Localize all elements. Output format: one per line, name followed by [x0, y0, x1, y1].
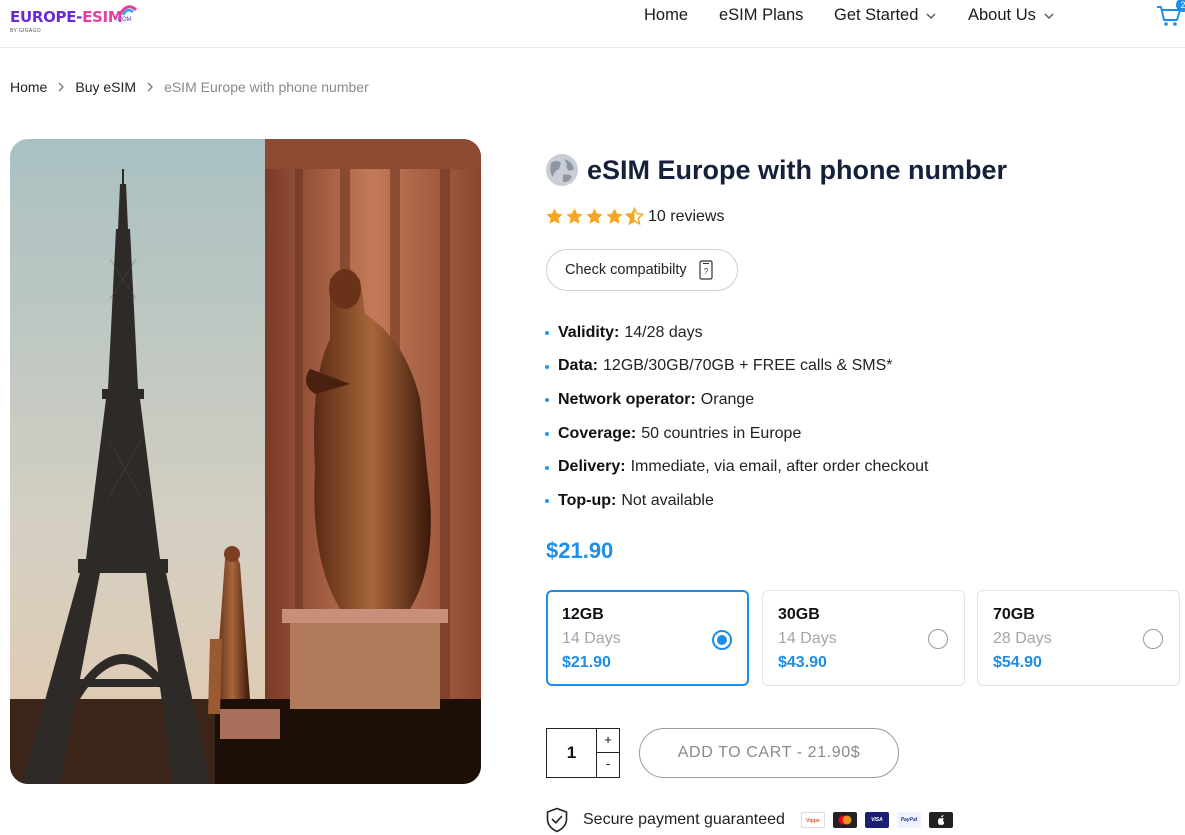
add-to-cart-button[interactable]: ADD TO CART - 21.90$: [639, 728, 899, 778]
reviews-count[interactable]: 10 reviews: [648, 208, 724, 226]
secure-payment-text: Secure payment guaranteed: [583, 811, 785, 828]
nav-get-started[interactable]: Get Started: [834, 6, 937, 25]
check-compatibility-label: Check compatibilty: [565, 262, 687, 278]
product-price: $21.90: [546, 538, 614, 563]
plan-radio[interactable]: [712, 630, 732, 650]
product-title: eSIM Europe with phone number: [545, 153, 1007, 187]
star-icon: [586, 208, 603, 224]
bullet-icon: [545, 465, 549, 470]
visa-logo: VISA: [864, 812, 889, 828]
chevron-right-icon: [147, 82, 153, 92]
breadcrumb-buy-esim[interactable]: Buy eSIM: [75, 79, 136, 95]
plan-option-12gb[interactable]: 12GB 14 Days $21.90: [546, 590, 749, 686]
chevron-right-icon: [58, 82, 65, 92]
secure-payment-row: Secure payment guaranteed Vipps VISA Pay…: [545, 807, 961, 833]
breadcrumb-home[interactable]: Home: [10, 79, 47, 95]
globe-icon: [546, 154, 578, 186]
plan-duration: 28 Days: [993, 630, 1052, 647]
cart-count-badge: 2: [1176, 0, 1185, 12]
chevron-down-icon: [926, 13, 936, 19]
quantity-input[interactable]: 1: [547, 729, 597, 777]
plan-option-70gb[interactable]: 70GB 28 Days $54.90: [977, 590, 1180, 686]
bullet-icon: [545, 331, 549, 336]
breadcrumb-current: eSIM Europe with phone number: [164, 79, 369, 95]
star-icon: [546, 208, 563, 224]
payment-logos: Vipps VISA PayPal: [800, 812, 961, 828]
bullet-icon: [545, 398, 549, 403]
logo-suffix: .COM: [116, 17, 132, 23]
nav-about-us[interactable]: About Us: [968, 6, 1055, 25]
quantity-increase-button[interactable]: +: [597, 729, 619, 753]
vipps-logo: Vipps: [800, 812, 825, 828]
chevron-down-icon: [1044, 13, 1054, 19]
plan-price: $21.90: [562, 654, 611, 671]
svg-text:?: ?: [703, 267, 708, 276]
spec-item-validity: Validity: 14/28 days: [545, 316, 929, 350]
site-logo[interactable]: EUROPE-ESIM .COM BY GIGAGO: [10, 2, 140, 36]
phone-question-icon: ?: [699, 260, 713, 280]
spec-item-data: Data: 12GB/30GB/70GB + FREE calls & SMS*: [545, 350, 929, 384]
star-half-icon: [625, 207, 644, 226]
product-rating[interactable]: 10 reviews: [545, 207, 724, 226]
nav-esim-plans[interactable]: eSIM Plans: [719, 6, 803, 25]
apple-pay-logo: [928, 812, 953, 828]
product-image: [10, 139, 481, 784]
plan-duration: 14 Days: [778, 630, 837, 647]
plan-data-amount: 30GB: [778, 606, 820, 623]
mastercard-logo: [832, 812, 857, 828]
plan-price: $54.90: [993, 654, 1042, 671]
nav-home[interactable]: Home: [644, 6, 688, 25]
plan-radio[interactable]: [1143, 629, 1163, 649]
quantity-decrease-button[interactable]: -: [597, 753, 619, 777]
paypal-logo: PayPal: [896, 812, 921, 828]
check-compatibility-button[interactable]: Check compatibilty ?: [546, 249, 738, 291]
star-icon: [566, 208, 583, 224]
star-icon: [606, 208, 623, 224]
plan-option-30gb[interactable]: 30GB 14 Days $43.90: [762, 590, 965, 686]
plan-data-amount: 12GB: [562, 606, 604, 623]
quantity-stepper: 1 + -: [546, 728, 620, 778]
bullet-icon: [545, 499, 549, 504]
product-specs-list: Validity: 14/28 days Data: 12GB/30GB/70GB …: [545, 316, 929, 518]
plan-radio[interactable]: [928, 629, 948, 649]
plan-duration: 14 Days: [562, 630, 621, 647]
logo-tagline: BY GIGAGO: [10, 28, 41, 34]
plan-data-amount: 70GB: [993, 606, 1035, 623]
bullet-icon: [545, 432, 549, 437]
site-header: EUROPE-ESIM .COM BY GIGAGO Home eSIM Pla…: [0, 0, 1185, 48]
spec-item-topup: Top-up: Not available: [545, 484, 929, 518]
spec-item-delivery: Delivery: Immediate, via email, after ord…: [545, 450, 929, 484]
shield-check-icon: [546, 807, 568, 833]
logo-wordmark: EUROPE-ESIM: [10, 8, 123, 26]
breadcrumb: Home Buy eSIM eSIM Europe with phone num…: [10, 79, 369, 95]
product-title-text: eSIM Europe with phone number: [587, 154, 1008, 185]
plan-price: $43.90: [778, 654, 827, 671]
spec-item-coverage: Coverage: 50 countries in Europe: [545, 417, 929, 451]
bullet-icon: [545, 364, 549, 369]
rating-stars: [545, 207, 645, 226]
spec-item-network: Network operator: Orange: [545, 383, 929, 417]
